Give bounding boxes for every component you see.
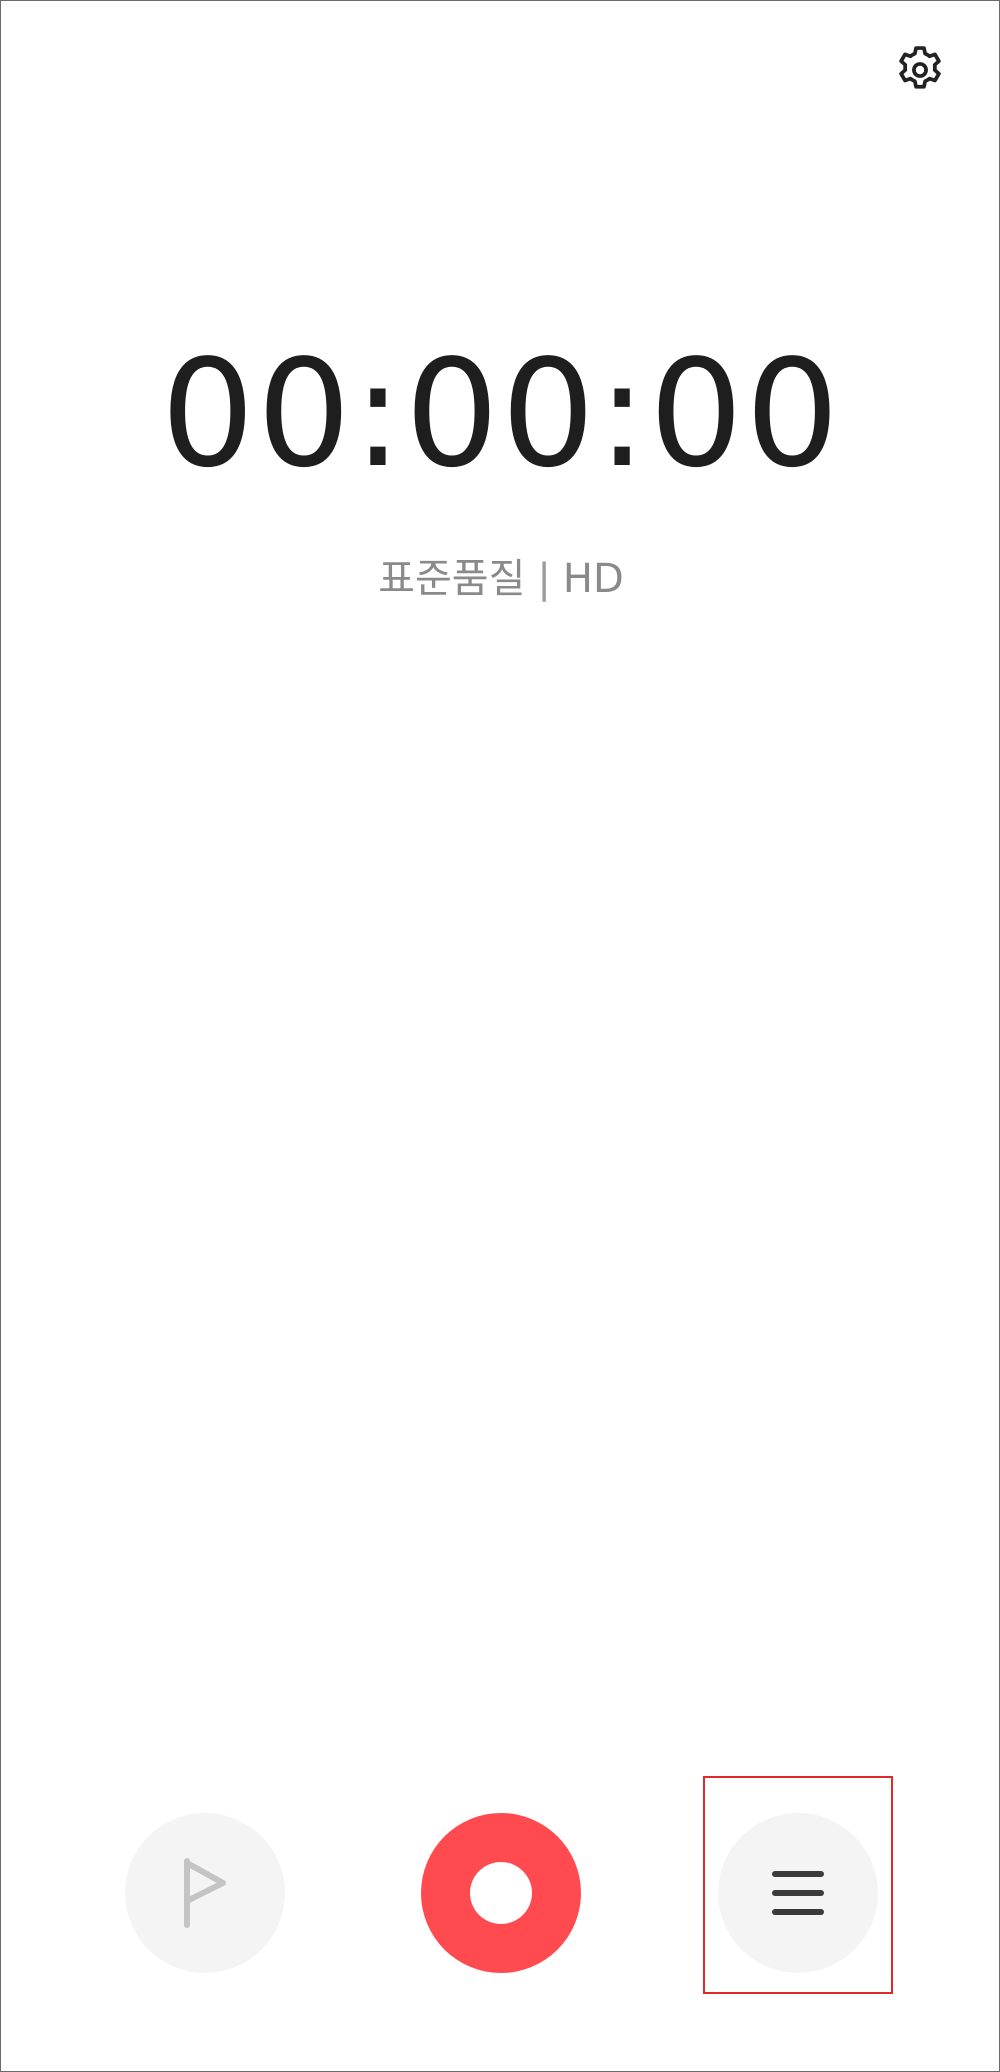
elapsed-time: 00:00:00 xyxy=(160,328,842,500)
list-icon xyxy=(772,1871,824,1915)
record-button[interactable] xyxy=(421,1813,581,1973)
flag-button[interactable] xyxy=(125,1813,285,1973)
recording-quality: 표준품질 | HD xyxy=(1,549,1000,609)
quality-format: HD xyxy=(562,556,624,602)
screen: 00:00:00 표준품질 | HD xyxy=(0,0,1000,2072)
record-icon xyxy=(470,1862,532,1924)
quality-separator: | xyxy=(537,556,551,602)
quality-label: 표준품질 xyxy=(378,556,526,602)
flag-icon xyxy=(184,1858,226,1928)
gear-icon xyxy=(899,46,941,89)
recordings-list-button[interactable] xyxy=(718,1813,878,1973)
settings-button[interactable] xyxy=(889,39,951,101)
